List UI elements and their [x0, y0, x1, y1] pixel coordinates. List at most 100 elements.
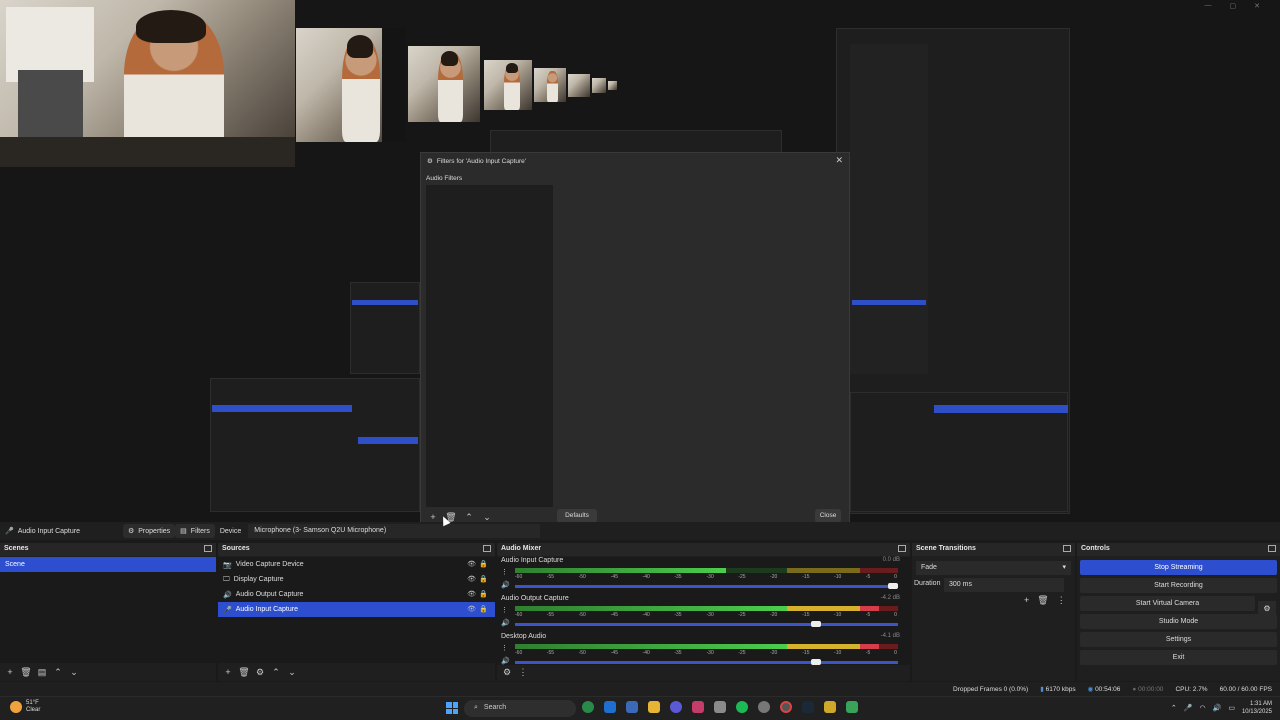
move-down-icon[interactable]: ⌄	[68, 667, 80, 678]
sources-list[interactable]: 📷 Video Capture Device 👁 🔒 🖵 Display Cap…	[218, 557, 495, 663]
stop-streaming-button[interactable]: Stop Streaming	[1080, 560, 1277, 575]
undock-icon[interactable]	[204, 545, 212, 552]
add-icon[interactable]: +	[1024, 595, 1029, 606]
outlook-icon[interactable]	[604, 701, 616, 713]
close-window-button[interactable]: ✕	[1254, 2, 1260, 10]
sources-title: Sources	[222, 545, 250, 552]
studio-mode-button[interactable]: Studio Mode	[1080, 614, 1277, 629]
undock-icon[interactable]	[898, 545, 906, 552]
undock-icon[interactable]	[1063, 545, 1071, 552]
nested-scene-row	[212, 405, 352, 412]
trash-icon[interactable]: 🗑	[20, 667, 32, 678]
add-filter-icon[interactable]: +	[427, 511, 439, 522]
steam-icon[interactable]	[802, 701, 814, 713]
mixer-channel: Audio Output Capture -4.2 dB ⋮ -60 -55 -50 -45…	[497, 595, 910, 633]
start-recording-button[interactable]: Start Recording	[1080, 578, 1277, 593]
speaker-icon[interactable]: 🔊	[501, 619, 510, 627]
mixer-toolbar: ⚙ ⋮	[497, 665, 910, 679]
wifi-icon[interactable]: ◠	[1200, 704, 1206, 712]
transition-value: Fade	[921, 564, 937, 571]
scene-item[interactable]: Scene	[0, 557, 216, 572]
close-button[interactable]: Close	[815, 509, 841, 522]
move-down-icon[interactable]: ⌄	[481, 511, 493, 522]
weather-widget[interactable]: 51°F Clear	[10, 700, 40, 714]
move-up-icon[interactable]: ⌃	[270, 667, 282, 678]
scale-tick-label: -60	[515, 612, 523, 618]
menu-dots-icon[interactable]: ⋮	[501, 606, 508, 614]
speaker-icon[interactable]: 🔊	[501, 581, 510, 589]
properties-button[interactable]: ⚙ Properties	[122, 524, 176, 538]
undock-icon[interactable]	[483, 545, 491, 552]
lock-icon[interactable]: 🔒	[479, 605, 488, 613]
source-item[interactable]: 🖵 Display Capture 👁 🔒	[218, 572, 495, 587]
undock-icon[interactable]	[1268, 545, 1276, 552]
scale-tick-label: -40	[642, 612, 650, 618]
volume-slider-knob[interactable]	[811, 621, 822, 627]
app-icon[interactable]	[692, 701, 704, 713]
filters-button[interactable]: ▤ Filters	[175, 524, 215, 538]
filter-icon[interactable]: ▤	[36, 667, 48, 678]
duration-spinbox[interactable]: 300 ms	[944, 578, 1064, 592]
lock-icon[interactable]: 🔒	[479, 575, 488, 583]
document-icon[interactable]	[626, 701, 638, 713]
menu-dots-icon[interactable]: ⋮	[501, 568, 508, 576]
clock[interactable]: 1:31 AM 10/13/2025	[1242, 700, 1272, 716]
menu-dots-icon[interactable]: ⋮	[1057, 595, 1066, 606]
transition-select[interactable]: Fade ▾	[916, 561, 1071, 575]
device-select[interactable]: Microphone (3- Samson Q2U Microphone)	[248, 524, 541, 538]
gear-icon[interactable]: ⚙	[254, 667, 266, 678]
source-item[interactable]: 🎤 Audio Input Capture 👁 🔒	[218, 602, 495, 617]
app-icon[interactable]	[824, 701, 836, 713]
volume-slider-knob[interactable]	[888, 583, 898, 589]
scenes-list[interactable]: Scene	[0, 557, 216, 663]
maximize-button[interactable]: ▢	[1230, 2, 1237, 10]
chevron-up-icon[interactable]: ⌃	[1171, 704, 1177, 712]
menu-dots-icon[interactable]: ⋮	[517, 667, 529, 678]
windows-start-icon[interactable]	[446, 702, 458, 714]
volume-icon[interactable]: 🔊	[1213, 704, 1222, 712]
start-virtual-camera-button[interactable]: Start Virtual Camera	[1080, 596, 1255, 611]
eye-icon[interactable]: 👁	[467, 605, 476, 613]
menu-dots-icon[interactable]: ⋮	[501, 644, 508, 652]
settings-button[interactable]: Settings	[1080, 632, 1277, 647]
source-item[interactable]: 🔊 Audio Output Capture 👁 🔒	[218, 587, 495, 602]
audio-mixer-dock: Audio Mixer Audio Input Capture 0.0 dB ⋮ -6…	[497, 543, 910, 681]
obs-icon[interactable]	[780, 701, 792, 713]
volume-slider[interactable]	[515, 659, 898, 665]
add-icon[interactable]: +	[4, 667, 16, 677]
lock-icon[interactable]: 🔒	[479, 590, 488, 598]
add-icon[interactable]: +	[222, 667, 234, 677]
close-icon[interactable]: ✕	[835, 155, 843, 166]
eye-icon[interactable]: 👁	[467, 560, 476, 568]
volume-slider[interactable]	[515, 621, 898, 627]
audio-filters-list[interactable]	[426, 185, 553, 507]
move-up-icon[interactable]: ⌃	[463, 511, 475, 522]
volume-slider[interactable]	[515, 583, 898, 589]
defaults-button[interactable]: Defaults	[557, 509, 597, 522]
minimize-button[interactable]: —	[1205, 2, 1212, 10]
app-icon[interactable]	[846, 701, 858, 713]
source-item[interactable]: 📷 Video Capture Device 👁 🔒	[218, 557, 495, 572]
system-tray: ⌃ 🎤 ◠ 🔊 ▭ 1:31 AM 10/13/2025	[1171, 700, 1272, 716]
gear-icon[interactable]: ⚙	[501, 667, 513, 678]
spotify-icon[interactable]	[736, 701, 748, 713]
chrome-icon[interactable]	[582, 701, 594, 713]
eye-icon[interactable]: 👁	[467, 590, 476, 598]
microphone-icon[interactable]: 🎤	[1184, 704, 1193, 712]
taskbar-search[interactable]: ⌕ Search	[464, 700, 576, 717]
speaker-icon[interactable]: 🔊	[501, 657, 510, 665]
trash-icon[interactable]: 🗑	[1037, 595, 1048, 606]
move-up-icon[interactable]: ⌃	[52, 667, 64, 678]
discord-icon[interactable]	[670, 701, 682, 713]
move-down-icon[interactable]: ⌄	[286, 667, 298, 678]
settings-gear-icon[interactable]	[758, 701, 770, 713]
exit-button[interactable]: Exit	[1080, 650, 1277, 665]
eye-icon[interactable]: 👁	[467, 575, 476, 583]
chevron-down-icon: ▾	[1062, 564, 1066, 571]
trash-icon[interactable]: 🗑	[238, 667, 250, 678]
battery-icon[interactable]: ▭	[1228, 704, 1235, 712]
app-icon[interactable]	[714, 701, 726, 713]
folder-icon[interactable]	[648, 701, 660, 713]
lock-icon[interactable]: 🔒	[479, 560, 488, 568]
preview-canvas[interactable]: ⚙ Filters for 'Audio Input Capture' ✕ Au…	[0, 0, 1280, 522]
